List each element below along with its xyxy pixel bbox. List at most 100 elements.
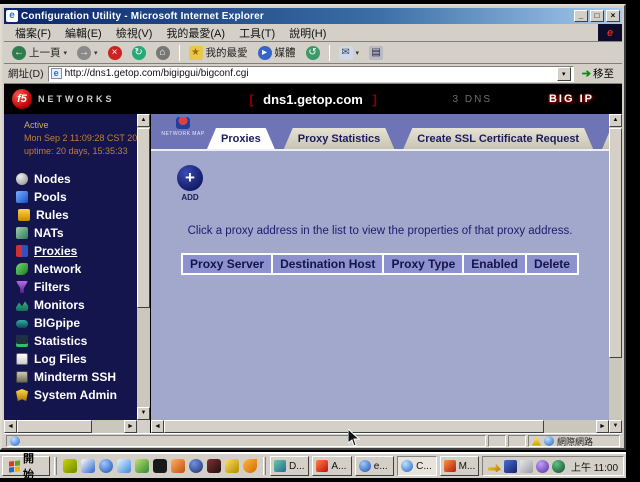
forward-button[interactable]: → ▾ — [73, 45, 102, 61]
maximize-button[interactable]: □ — [590, 10, 604, 22]
task-button[interactable]: D... — [270, 456, 309, 476]
statistics-icon — [16, 335, 28, 347]
menu-edit[interactable]: 編輯(E) — [58, 23, 109, 43]
bracket-right: ] — [372, 92, 376, 107]
taskbar-clock[interactable]: 上午 11:00 — [568, 459, 618, 474]
close-button[interactable]: × — [606, 10, 620, 22]
sidebar-item-statistics[interactable]: Statistics — [4, 332, 137, 350]
scroll-left-icon[interactable]: ◄ — [4, 420, 17, 433]
forward-dropdown-icon[interactable]: ▾ — [94, 49, 98, 57]
column-header-delete[interactable]: Delete — [525, 253, 579, 275]
favorites-button[interactable]: ★ 我的最愛 — [185, 44, 252, 61]
sidebar-item-network[interactable]: Network — [4, 260, 137, 278]
quicklaunch-icon[interactable] — [63, 459, 77, 473]
sidebar-vertical-scrollbar[interactable]: ▲ ▼ — [137, 114, 150, 420]
scroll-right-icon[interactable]: ► — [124, 420, 137, 433]
media-button[interactable]: ▸ 媒體 — [254, 44, 300, 61]
scroll-down-icon[interactable]: ▼ — [137, 407, 150, 420]
scrollbar-thumb[interactable] — [17, 420, 92, 433]
task-button[interactable]: e... — [355, 456, 394, 476]
scrollbar-thumb[interactable] — [137, 128, 150, 308]
tray-icon[interactable] — [552, 460, 565, 473]
sidebar-item-rules[interactable]: Rules — [4, 206, 137, 224]
add-icon[interactable]: + — [177, 165, 203, 191]
sidebar-item-system-admin[interactable]: System Admin — [4, 386, 137, 404]
main-horizontal-scrollbar[interactable]: ◄ ► — [151, 420, 609, 433]
quicklaunch-icon[interactable] — [135, 459, 149, 473]
go-button[interactable]: ➔ 移至 — [578, 65, 618, 82]
quicklaunch-icon[interactable] — [117, 459, 131, 473]
address-dropdown-icon[interactable]: ▾ — [557, 67, 571, 81]
menu-help[interactable]: 說明(H) — [282, 23, 333, 43]
menu-tools[interactable]: 工具(T) — [232, 23, 282, 43]
sidebar-horizontal-scrollbar[interactable]: ◄ ► — [4, 420, 137, 433]
history-button[interactable]: ↺ — [302, 45, 324, 61]
sidebar-item-nats[interactable]: NATs — [4, 224, 137, 242]
sidebar-item-log-files[interactable]: Log Files — [4, 350, 137, 368]
tray-icon[interactable] — [488, 460, 501, 473]
minimize-button[interactable]: _ — [574, 10, 588, 22]
column-header-proxy-type[interactable]: Proxy Type — [382, 253, 464, 275]
scrollbar-corner — [137, 420, 150, 433]
scroll-left-icon[interactable]: ◄ — [151, 420, 164, 433]
mail-dropdown-icon[interactable]: ▾ — [356, 49, 360, 57]
quicklaunch-icon[interactable] — [225, 459, 239, 473]
favorites-icon: ★ — [189, 46, 203, 60]
menu-file[interactable]: 檔案(F) — [8, 23, 58, 43]
media-label: 媒體 — [275, 45, 296, 60]
quicklaunch-icon[interactable] — [153, 459, 167, 473]
scroll-down-icon[interactable]: ▼ — [609, 420, 622, 433]
tray-icon[interactable] — [504, 460, 517, 473]
back-dropdown-icon[interactable]: ▾ — [64, 49, 68, 57]
quicklaunch-icon[interactable] — [189, 459, 203, 473]
go-label: 移至 — [593, 66, 614, 81]
print-button[interactable]: ▤ — [365, 45, 387, 61]
menu-bar: 檔案(F) 編輯(E) 檢視(V) 我的最愛(A) 工具(T) 說明(H) e — [4, 24, 622, 42]
network-map-button[interactable]: NETWORK MAP — [161, 117, 205, 137]
sidebar-item-pools[interactable]: Pools — [4, 188, 137, 206]
task-icon — [359, 460, 371, 472]
tab-create-ssl-certificate-request[interactable]: Create SSL Certificate Request — [403, 128, 593, 149]
quicklaunch-icon[interactable] — [81, 459, 95, 473]
scroll-right-icon[interactable]: ► — [596, 420, 609, 433]
task-button[interactable]: M... — [440, 456, 479, 476]
quicklaunch-icon[interactable] — [99, 459, 113, 473]
column-header-destination-host[interactable]: Destination Host — [271, 253, 384, 275]
sidebar-item-nodes[interactable]: Nodes — [4, 170, 137, 188]
sidebar-item-mindterm-ssh[interactable]: Mindterm SSH — [4, 368, 137, 386]
address-field[interactable]: e http://dns1.getop.com/bigipgui/bigconf… — [48, 66, 574, 82]
task-button[interactable]: A... — [312, 456, 351, 476]
back-button[interactable]: ← 上一頁 ▾ — [8, 44, 71, 61]
sidebar-item-monitors[interactable]: Monitors — [4, 296, 137, 314]
sidebar-item-proxies[interactable]: Proxies — [4, 242, 137, 260]
menu-favorites[interactable]: 我的最愛(A) — [159, 23, 232, 43]
column-header-proxy-server[interactable]: Proxy Server — [181, 253, 273, 275]
scroll-up-icon[interactable]: ▲ — [609, 114, 622, 127]
scroll-up-icon[interactable]: ▲ — [137, 114, 150, 127]
quicklaunch-icon[interactable] — [243, 459, 257, 473]
start-button[interactable]: 開始 — [2, 456, 50, 476]
page-vertical-scrollbar[interactable]: ▲ ▼ — [609, 114, 622, 433]
column-header-enabled[interactable]: Enabled — [462, 253, 527, 275]
mail-icon: ✉ — [339, 46, 353, 60]
refresh-button[interactable]: ↻ — [128, 45, 150, 61]
tray-icon[interactable] — [520, 460, 533, 473]
tab-proxy-statistics[interactable]: Proxy Statistics — [284, 128, 395, 149]
mail-button[interactable]: ✉ ▾ — [335, 45, 364, 61]
menu-view[interactable]: 檢視(V) — [109, 23, 160, 43]
toolbar-separator — [329, 45, 330, 61]
add-proxy-button[interactable]: + ADD — [173, 165, 207, 202]
tab-install-ssl-certificate[interactable]: Install SSL Certif — [602, 128, 609, 149]
home-button[interactable]: ⌂ — [152, 45, 174, 61]
sidebar-item-bigpipe[interactable]: BIGpipe — [4, 314, 137, 332]
task-button-active[interactable]: C... — [397, 456, 436, 476]
tab-proxies[interactable]: Proxies — [207, 128, 275, 149]
sidebar-item-filters[interactable]: Filters — [4, 278, 137, 296]
tray-icon[interactable] — [536, 460, 549, 473]
scrollbar-thumb[interactable] — [609, 128, 622, 358]
stop-button[interactable]: × — [104, 45, 126, 61]
quicklaunch-icon[interactable] — [207, 459, 221, 473]
taskbar-divider — [263, 457, 266, 475]
address-url[interactable]: http://dns1.getop.com/bigipgui/bigconf.c… — [65, 68, 557, 79]
quicklaunch-icon[interactable] — [171, 459, 185, 473]
